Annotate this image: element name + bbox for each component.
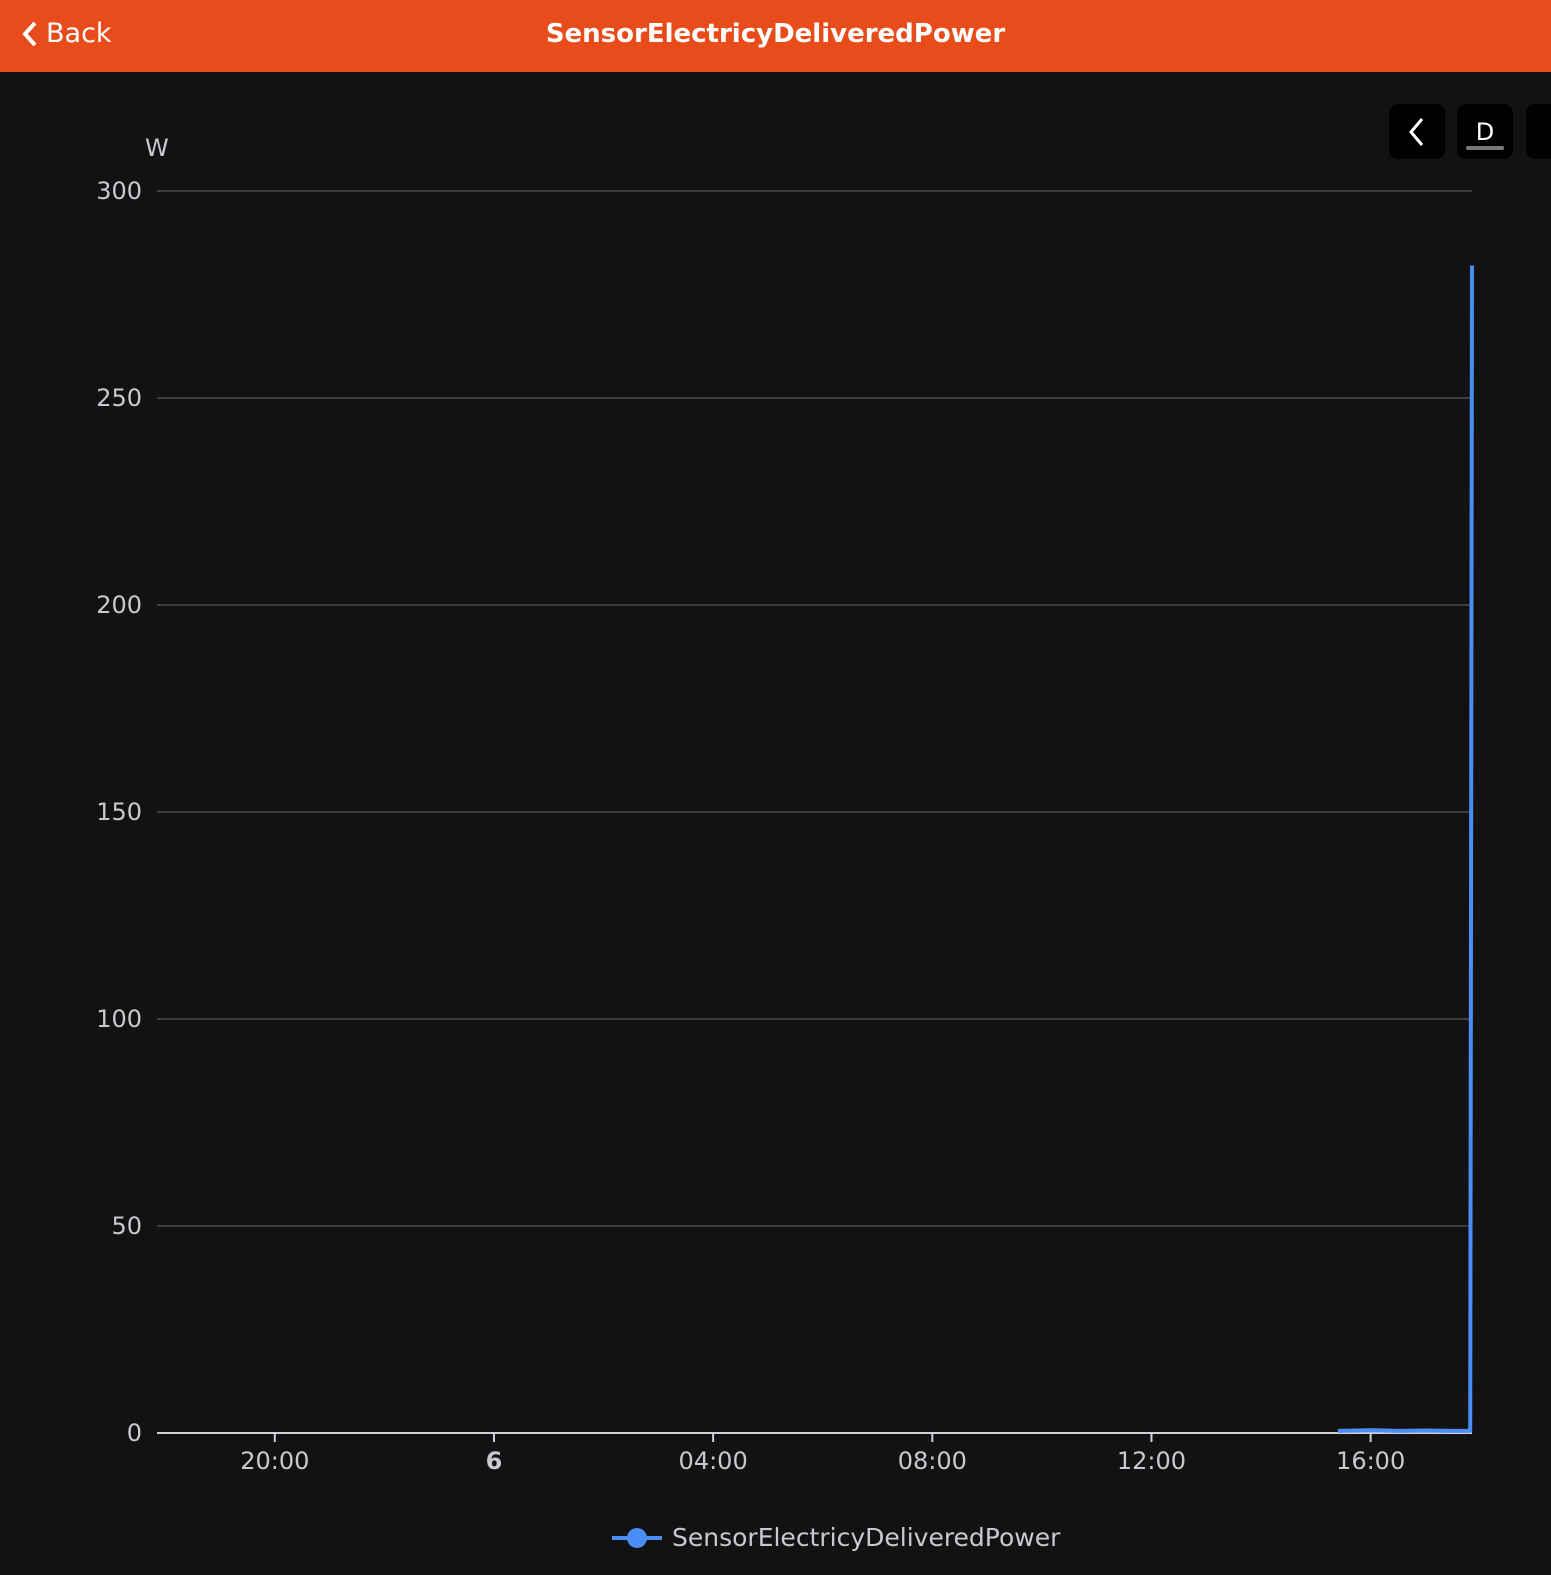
x-tick-label: 16:00 <box>1336 1447 1405 1475</box>
chart: W 0 50 100 150 200 250 300 20:00 6 04:00 08:00 12:0… <box>96 134 1474 1475</box>
y-tick-label: 250 <box>96 384 142 412</box>
legend-label: SensorElectricyDeliveredPower <box>672 1523 1061 1552</box>
x-tick-label: 08:00 <box>898 1447 967 1475</box>
y-tick-label: 50 <box>111 1212 142 1240</box>
y-tick-label: 200 <box>96 591 142 619</box>
legend-marker-icon <box>612 1527 662 1548</box>
y-axis-unit: W <box>145 134 169 162</box>
y-tick-label: 100 <box>96 1005 142 1033</box>
legend-item[interactable]: SensorElectricyDeliveredPower <box>612 1523 1060 1552</box>
x-tick-label: 04:00 <box>679 1447 748 1475</box>
x-tick-label: 20:00 <box>240 1447 309 1475</box>
x-tick-label: 6 <box>486 1447 503 1475</box>
y-tick-label: 300 <box>96 177 142 205</box>
y-tick-label: 150 <box>96 798 142 826</box>
x-tick-label: 12:00 <box>1117 1447 1186 1475</box>
y-tick-label: 0 <box>127 1419 142 1447</box>
series-line <box>1337 265 1474 1433</box>
